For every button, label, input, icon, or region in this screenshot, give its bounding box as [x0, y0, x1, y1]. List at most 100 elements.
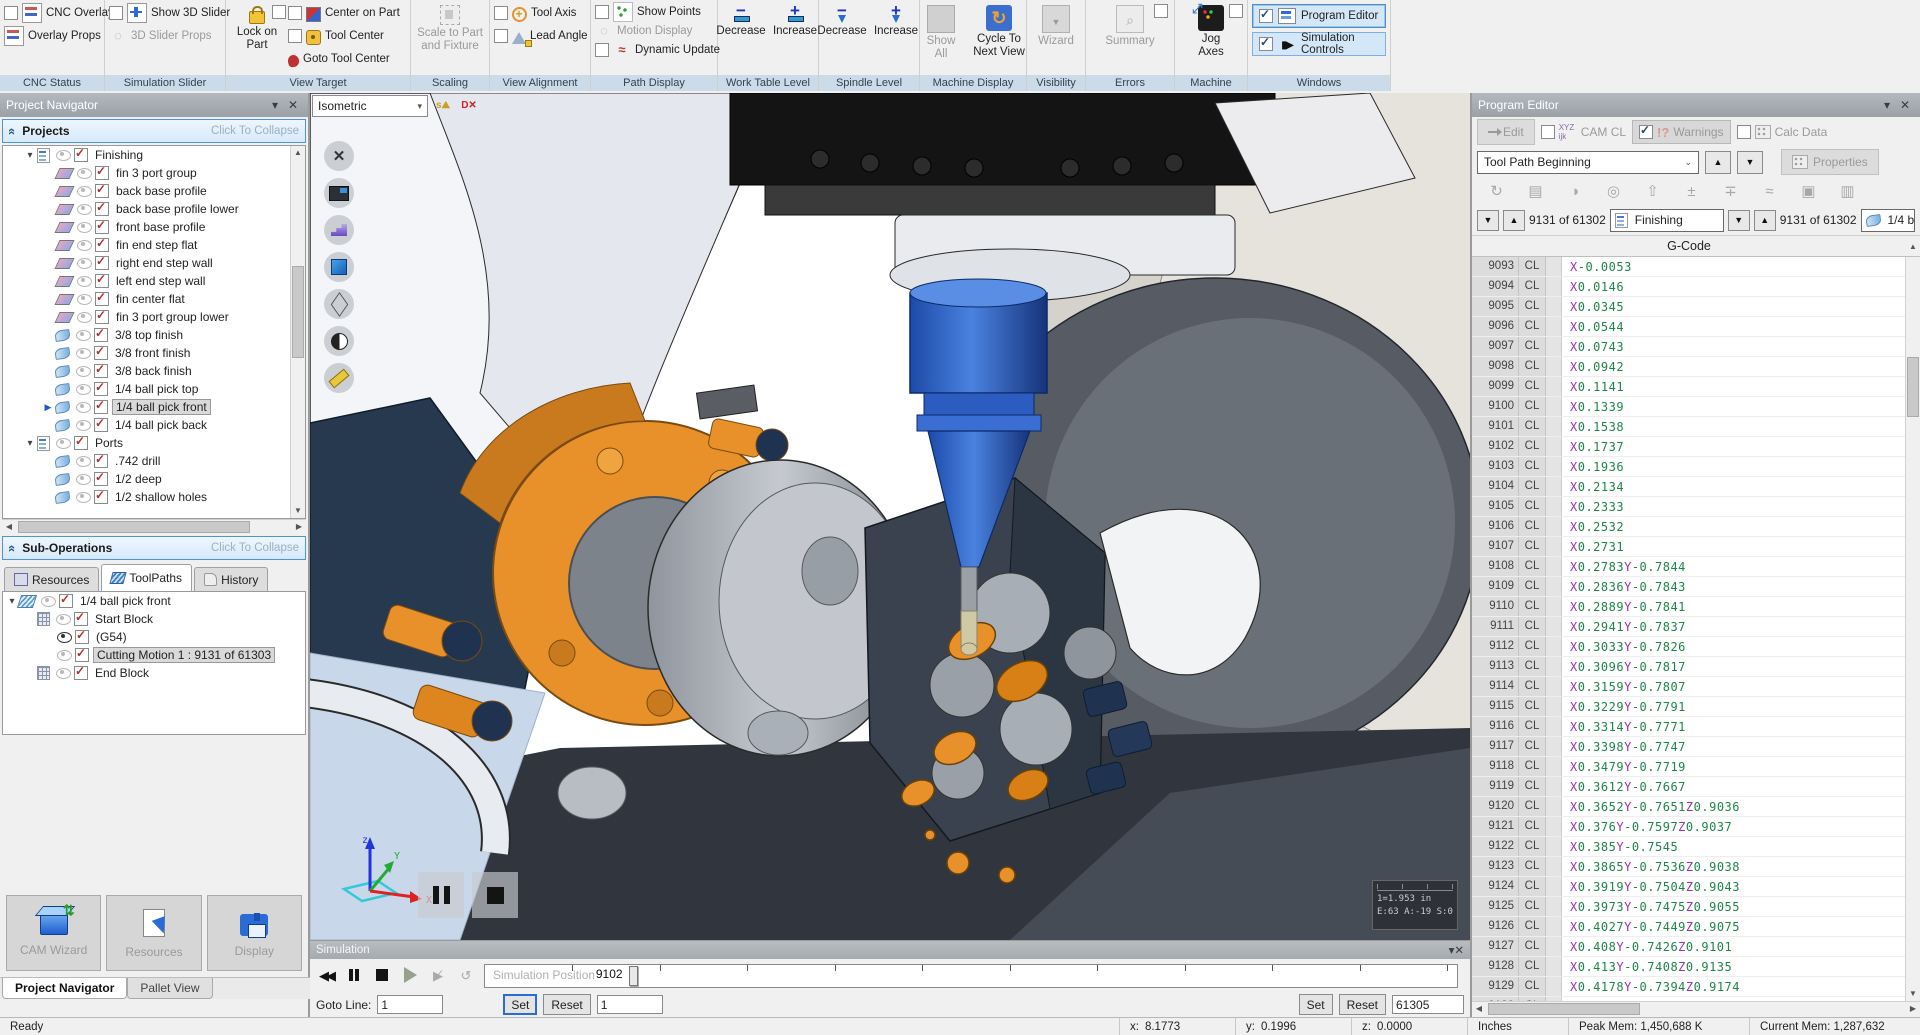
show-points-checkbox[interactable]	[595, 5, 609, 19]
tree-item[interactable]: 1/4 ball pick top	[3, 380, 291, 398]
gcode-row[interactable]: 9106CLX0.2532	[1472, 517, 1906, 537]
wizard-button[interactable]: Wizard	[1026, 3, 1086, 75]
range-start-reset-button[interactable]: Reset	[543, 994, 590, 1015]
visibility-eye-icon[interactable]	[77, 240, 92, 251]
group-next-button[interactable]: ▲	[1503, 210, 1525, 231]
current-group-box[interactable]: Finishing	[1610, 209, 1724, 232]
gcode-row[interactable]: 9093CLX-0.0053	[1472, 257, 1906, 277]
tool-axis-checkbox[interactable]	[494, 6, 508, 20]
current-subop-box[interactable]: 1/4 ball pick fro	[1861, 209, 1916, 232]
warnings-toggle[interactable]: !? Warnings	[1632, 120, 1731, 144]
cam-cl-toggle[interactable]: XYZijk CAM CL	[1541, 123, 1626, 141]
brightness-button[interactable]	[324, 326, 354, 356]
group-prev-button[interactable]: ▼	[1477, 210, 1499, 231]
refresh-icon[interactable]: ↻	[1477, 182, 1516, 200]
gcode-row[interactable]: 9102CLX0.1737	[1472, 437, 1906, 457]
lock-on-part-checkbox[interactable]	[272, 5, 286, 19]
play-button[interactable]	[400, 967, 420, 986]
panel-menu-icon[interactable]: ▾	[1878, 98, 1896, 112]
goto-tool-center-button[interactable]: Goto Tool Center	[288, 49, 400, 69]
scroll-down-icon[interactable]: ▼	[291, 504, 305, 518]
show-all-button[interactable]: Show All	[917, 3, 965, 75]
center-on-part-checkbox[interactable]	[288, 6, 302, 20]
summary-button[interactable]: Summary	[1100, 3, 1160, 75]
cam-wizard-button[interactable]: CAM Wizard	[6, 895, 101, 971]
search-up-button[interactable]: ▲	[1705, 151, 1731, 174]
scroll-right-icon[interactable]: ▶	[1906, 1002, 1920, 1016]
gcode-row[interactable]: 9105CLX0.2333	[1472, 497, 1906, 517]
subop-prev-button[interactable]: ▼	[1728, 210, 1750, 231]
errors-checkbox[interactable]	[1154, 4, 1168, 18]
visibility-eye-icon[interactable]	[57, 650, 72, 661]
gcode-row[interactable]: 9113CLX0.3096Y-0.7817	[1472, 657, 1906, 677]
panel-menu-icon[interactable]: ▾	[266, 98, 284, 112]
lock-on-part-button[interactable]: Lock on Part	[230, 3, 284, 75]
visibility-eye-icon[interactable]	[77, 204, 92, 215]
display-button[interactable]: Display	[207, 895, 302, 971]
tree-item[interactable]: ▾1/4 ball pick front	[3, 592, 305, 610]
visibility-eye-icon[interactable]	[76, 474, 91, 485]
gcode-row[interactable]: 9118CLX0.3479Y-0.7719	[1472, 757, 1906, 777]
projects-section-header[interactable]: « Projects Click To Collapse	[2, 119, 306, 143]
tree-item[interactable]: 1/2 deep	[3, 470, 291, 488]
tool-center-toggle[interactable]: Tool Center	[288, 26, 400, 46]
item-checkbox[interactable]	[75, 630, 89, 644]
panel-close-icon[interactable]: ✕	[284, 98, 302, 112]
measure-button[interactable]	[324, 363, 354, 393]
tab-resources[interactable]: Resources	[4, 567, 99, 591]
tree-item[interactable]: ▶1/4 ball pick front	[3, 398, 291, 416]
gcode-row[interactable]: 9096CLX0.0544	[1472, 317, 1906, 337]
goto-line-input[interactable]: 1	[377, 995, 443, 1014]
scroll-up-icon[interactable]: ▲	[291, 146, 305, 160]
pan-zoom-extents-button[interactable]: ✕	[324, 141, 354, 171]
visibility-eye-icon[interactable]	[76, 348, 91, 359]
item-checkbox[interactable]	[95, 256, 109, 270]
dynamic-update-toggle[interactable]: ≈ Dynamic Update	[595, 41, 720, 59]
range-end-set-button[interactable]: Set	[1299, 994, 1333, 1015]
search-down-button[interactable]: ▼	[1737, 151, 1763, 174]
item-checkbox[interactable]	[95, 292, 109, 306]
machine-status-panel-button[interactable]	[324, 178, 354, 208]
item-checkbox[interactable]	[94, 418, 108, 432]
item-checkbox[interactable]	[95, 220, 109, 234]
stop-button[interactable]	[372, 969, 392, 984]
item-checkbox[interactable]	[95, 184, 109, 198]
tree-item[interactable]: fin center flat	[3, 290, 291, 308]
scrollbar-thumb[interactable]	[1907, 357, 1919, 417]
item-checkbox[interactable]	[95, 310, 109, 324]
scrollbar-thumb[interactable]	[292, 266, 304, 358]
tree-item[interactable]: 3/8 top finish	[3, 326, 291, 344]
tab-toolpaths[interactable]: ToolPaths	[101, 564, 192, 591]
viewport-stop-button[interactable]	[472, 872, 518, 918]
delete-view-icon[interactable]: D✕	[458, 96, 480, 116]
gcode-row[interactable]: 9094CLX0.0146	[1472, 277, 1906, 297]
visibility-eye-icon[interactable]	[76, 456, 91, 467]
subop-next-button[interactable]: ▲	[1754, 210, 1776, 231]
gcode-row[interactable]: 9112CLX0.3033Y-0.7826	[1472, 637, 1906, 657]
viewport-pause-button[interactable]	[418, 872, 464, 918]
tree-item[interactable]: left end step wall	[3, 272, 291, 290]
range-start-set-button[interactable]: Set	[503, 994, 537, 1015]
item-checkbox[interactable]	[74, 666, 88, 680]
warnings-checkbox[interactable]	[1639, 125, 1653, 139]
work-table-increase-button[interactable]: Increase	[770, 3, 820, 75]
find-icon[interactable]: ◎	[1594, 182, 1633, 200]
tree-item[interactable]: fin 3 port group lower	[3, 308, 291, 326]
gcode-row[interactable]: 9110CLX0.2889Y-0.7841	[1472, 597, 1906, 617]
simulation-controls-window-toggle[interactable]: Simulation Controls	[1252, 32, 1386, 56]
3d-slider-props-button[interactable]: ◌ 3D Slider Props	[109, 26, 230, 46]
visibility-eye-icon[interactable]	[77, 312, 92, 323]
dynamic-update-checkbox[interactable]	[595, 43, 609, 57]
gcode-row[interactable]: 9097CLX0.0743	[1472, 337, 1906, 357]
pause-button[interactable]	[344, 969, 364, 984]
goto-position-select[interactable]: Tool Path Beginning ⌄	[1477, 151, 1699, 174]
visibility-eye-icon[interactable]	[77, 168, 92, 179]
tree-item[interactable]: .742 drill	[3, 452, 291, 470]
scroll-left-icon[interactable]: ◀	[2, 520, 16, 534]
projects-tree-hscrollbar[interactable]: ◀ ▶	[2, 519, 306, 534]
gcode-row[interactable]: 9098CLX0.0942	[1472, 357, 1906, 377]
scroll-right-icon[interactable]: ▶	[292, 520, 306, 534]
edit-button[interactable]: Edit	[1477, 119, 1535, 145]
tree-item[interactable]: fin 3 port group	[3, 164, 291, 182]
gcode-row[interactable]: 9095CLX0.0345	[1472, 297, 1906, 317]
